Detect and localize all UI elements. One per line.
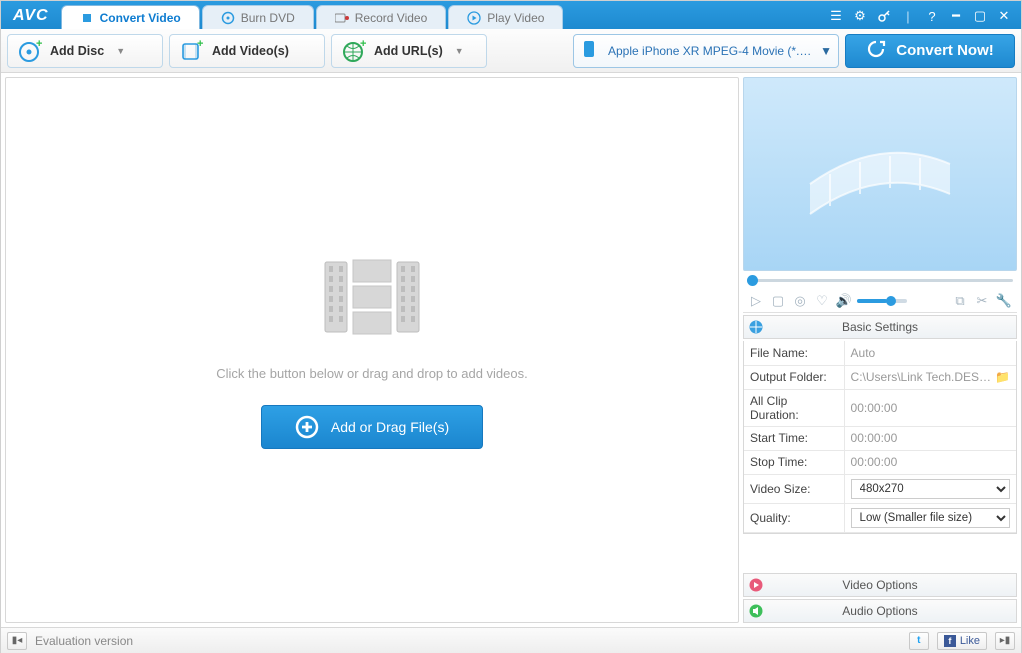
svg-text:+: + [36,39,42,50]
volume-icon[interactable]: 🔊 [835,292,853,310]
twitter-icon[interactable]: t [909,632,929,650]
label-video-size: Video Size: [744,474,844,503]
disc-plus-icon: + [18,39,42,63]
volume-slider[interactable] [857,299,907,303]
add-videos-button[interactable]: + Add Video(s) [169,34,325,68]
button-label: Add URL(s) [374,44,443,58]
button-label: Add Disc [50,44,104,58]
svg-text:+: + [197,39,203,50]
value-file-name[interactable]: Auto [844,341,1016,365]
label-all-clip-duration: All Clip Duration: [744,389,844,426]
value-all-clip-duration: 00:00:00 [844,389,1016,426]
facebook-like-button[interactable]: f Like [937,632,987,650]
filmstrip-watermark-icon [790,114,970,234]
section-title: Audio Options [842,604,917,618]
maximize-icon[interactable]: ▢ [971,7,989,25]
profile-label: Apple iPhone XR MPEG-4 Movie (*.m… [608,44,814,58]
preview-seek-slider[interactable] [743,273,1017,287]
next-icon[interactable]: ▸▮ [995,632,1015,650]
globe-icon [748,319,764,335]
label-output-folder: Output Folder: [744,365,844,389]
key-icon[interactable] [875,7,893,25]
convert-icon [80,11,94,25]
video-icon [748,577,764,593]
tab-label: Convert Video [100,11,181,25]
chevron-down-icon: ▼ [820,44,832,58]
cut-icon[interactable]: ✂ [973,292,991,310]
audio-options-header[interactable]: Audio Options [743,599,1017,623]
basic-settings-header[interactable]: Basic Settings [743,315,1017,339]
section-title: Basic Settings [842,320,918,334]
add-or-drag-files-button[interactable]: Add or Drag File(s) [261,405,483,449]
close-icon[interactable]: ✕ [995,7,1013,25]
tab-label: Record Video [355,11,428,25]
snapshot-icon[interactable]: ◎ [791,292,809,310]
button-label: Convert Now! [896,42,994,59]
stop-icon[interactable]: ▢ [769,292,787,310]
chevron-down-icon: ▼ [116,46,125,56]
help-icon[interactable]: ? [923,7,941,25]
button-label: Add Video(s) [212,44,289,58]
film-plus-icon: + [180,39,204,63]
drop-hint-text: Click the button below or drag and drop … [216,366,527,381]
add-disc-button[interactable]: + Add Disc ▼ [7,34,163,68]
value-output-folder: C:\Users\Link Tech.DES… [851,370,992,384]
value-stop-time[interactable]: 00:00:00 [844,450,1016,474]
output-profile-select[interactable]: Apple iPhone XR MPEG-4 Movie (*.m… ▼ [573,34,839,68]
label-start-time: Start Time: [744,426,844,450]
add-urls-button[interactable]: + Add URL(s) ▼ [331,34,487,68]
tab-record-video[interactable]: Record Video [316,5,447,29]
audio-icon [748,603,764,619]
filmstrip-icon [317,252,427,342]
refresh-icon [866,39,886,63]
separator: | [899,7,917,25]
label-file-name: File Name: [744,341,844,365]
button-label: Add or Drag File(s) [331,419,449,435]
drop-zone[interactable]: Click the button below or drag and drop … [5,77,739,623]
section-title: Video Options [842,578,917,592]
device-icon [580,38,602,63]
crop-icon[interactable]: ⧉ [951,292,969,310]
label-stop-time: Stop Time: [744,450,844,474]
value-start-time[interactable]: 00:00:00 [844,426,1016,450]
plus-circle-icon [295,415,319,439]
record-icon [335,11,349,25]
play-icon [467,11,481,25]
globe-plus-icon: + [342,39,366,63]
favorite-icon[interactable]: ♡ [813,292,831,310]
browse-folder-icon[interactable]: 📁 [995,370,1010,384]
video-size-select[interactable]: 480x270 [851,479,1010,499]
list-icon[interactable]: ☰ [827,7,845,25]
disc-icon [221,11,235,25]
play-icon[interactable]: ▷ [747,292,765,310]
video-options-header[interactable]: Video Options [743,573,1017,597]
preview-pane [743,77,1017,271]
facebook-icon: f [944,635,956,647]
svg-text:+: + [360,39,366,50]
convert-now-button[interactable]: Convert Now! [845,34,1015,68]
app-logo: AVC [1,7,61,29]
basic-settings-panel: File Name: Auto Output Folder: C:\Users\… [743,341,1017,534]
tab-play-video[interactable]: Play Video [448,5,563,29]
prev-icon[interactable]: ▮◂ [7,632,27,650]
status-text: Evaluation version [35,634,133,648]
wrench-icon[interactable]: 🔧 [995,292,1013,310]
chevron-down-icon: ▼ [455,46,464,56]
gear-icon[interactable]: ⚙ [851,7,869,25]
tab-burn-dvd[interactable]: Burn DVD [202,5,314,29]
label-quality: Quality: [744,503,844,532]
like-label: Like [960,635,980,647]
tab-label: Play Video [487,11,544,25]
tab-convert-video[interactable]: Convert Video [61,5,200,29]
quality-select[interactable]: Low (Smaller file size) [851,508,1010,528]
minimize-icon[interactable]: ━ [947,7,965,25]
tab-label: Burn DVD [241,11,295,25]
